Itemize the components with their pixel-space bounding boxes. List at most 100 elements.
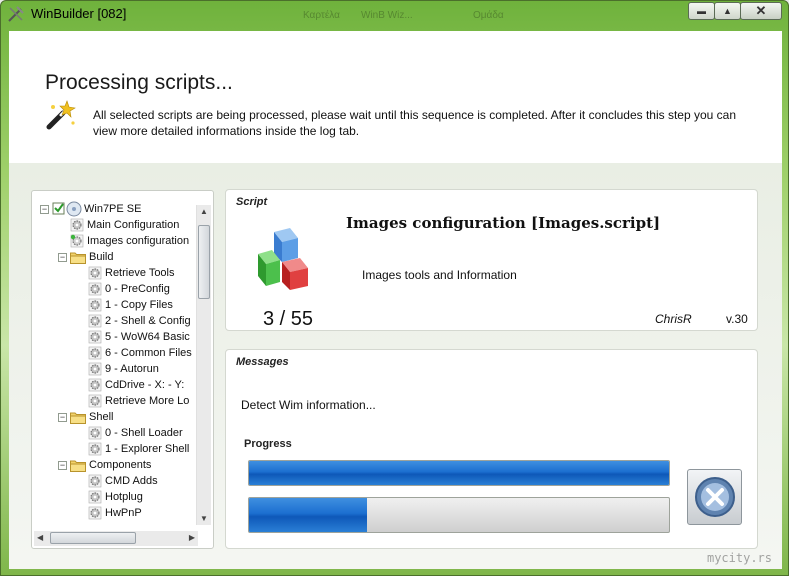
tree-item[interactable]: 1 - Explorer Shell	[76, 441, 189, 457]
script-gear-icon	[88, 346, 102, 360]
tree-item-label: Retrieve More Lo	[105, 395, 190, 407]
tree-item[interactable]: Retrieve More Lo	[76, 393, 189, 409]
script-gear-icon	[88, 474, 102, 488]
tree-item[interactable]: 6 - Common Files	[76, 345, 192, 361]
script-gear-icon	[88, 442, 102, 456]
tree-item[interactable]: Hotplug	[76, 489, 143, 505]
script-description: Images tools and Information	[362, 268, 517, 282]
tree-item[interactable]: 0 - Shell Loader	[76, 425, 183, 441]
header: Processing scripts... All selected scrip…	[9, 31, 782, 163]
tree-item-label: 6 - Common Files	[105, 347, 192, 359]
tree-item[interactable]: − Components	[58, 457, 151, 473]
window-title: WinBuilder [082]	[31, 6, 127, 21]
tree-item-label: 2 - Shell & Config	[105, 315, 191, 327]
tree-item-label: Main Configuration	[87, 219, 180, 231]
status-message: Detect Wim information...	[241, 398, 376, 412]
cancel-x-icon	[694, 477, 735, 517]
script-name: Images configuration [Images.script]	[346, 214, 661, 232]
script-cube-icon	[258, 228, 308, 290]
script-gear-icon	[88, 378, 102, 392]
tree-item-label: CMD Adds	[105, 475, 158, 487]
script-gear-icon	[88, 506, 102, 520]
tree-item[interactable]: 5 - WoW64 Basic	[76, 329, 190, 345]
app-window: WinBuilder [082] Καρτέλα WinB Wiz... Ομά…	[0, 0, 789, 576]
tree-item[interactable]: − Build	[58, 249, 113, 265]
tree-item[interactable]: − Win7PE SE	[40, 201, 141, 217]
script-gear-icon	[88, 298, 102, 312]
script-version: v.30	[726, 312, 748, 326]
tree-item[interactable]: Images configuration	[58, 233, 189, 249]
tree-item-label: Shell	[89, 411, 114, 423]
tree-item[interactable]: Main Configuration	[58, 217, 179, 233]
tree-item-label: Win7PE SE	[84, 203, 142, 215]
script-counter: 3 / 55	[263, 308, 314, 330]
script-tree[interactable]: − Win7PE SE Main Configuration Images confi…	[32, 201, 197, 521]
tree-vertical-scrollbar[interactable]: ▲ ▼	[196, 205, 211, 525]
script-gear-icon	[70, 218, 84, 232]
faint-title-2: WinB Wiz...	[361, 10, 413, 21]
script-gear-icon	[88, 394, 102, 408]
tree-item[interactable]: 0 - PreConfig	[76, 281, 170, 297]
tree-item-label: Components	[89, 459, 152, 471]
progress-label: Progress	[244, 438, 292, 450]
tree-item[interactable]: 2 - Shell & Config	[76, 313, 191, 329]
tree-item-label: Build	[89, 251, 114, 263]
script-progress-fill	[249, 461, 669, 485]
tree-item-label: 9 - Autorun	[105, 363, 159, 375]
tree-item[interactable]: CdDrive - X: - Y:	[76, 377, 184, 393]
scroll-right-icon[interactable]: ▶	[189, 533, 195, 542]
scroll-left-icon[interactable]: ◀	[37, 533, 43, 542]
client-area: Processing scripts... All selected scrip…	[9, 31, 782, 569]
collapse-toggle-icon[interactable]: −	[40, 204, 49, 214]
tree-item[interactable]: HwPnP	[76, 505, 142, 521]
tree-item-label: CdDrive - X: - Y:	[105, 379, 185, 391]
tree-item[interactable]: − Shell	[58, 409, 113, 425]
collapse-toggle-icon[interactable]: −	[58, 460, 67, 470]
tree-item-label: 1 - Copy Files	[105, 299, 173, 311]
tree-item[interactable]: 1 - Copy Files	[76, 297, 173, 313]
tree-item-label: 0 - Shell Loader	[105, 427, 183, 439]
tree-item-label: Images configuration	[87, 235, 190, 247]
tree-vertical-scroll-thumb[interactable]	[198, 225, 210, 299]
maximize-icon: ▲	[723, 6, 732, 16]
scroll-down-icon[interactable]: ▼	[200, 514, 208, 523]
minimize-button[interactable]: ▬	[688, 2, 715, 20]
folder-icon	[70, 412, 86, 424]
close-icon: ✕	[755, 3, 767, 18]
collapse-toggle-icon[interactable]: −	[58, 412, 67, 422]
script-progress-bar	[248, 460, 670, 486]
script-section-label: Script	[236, 196, 268, 208]
cancel-build-button[interactable]	[687, 469, 742, 525]
checkbox-disc-icon	[52, 201, 82, 217]
close-button[interactable]: ✕	[740, 2, 782, 20]
title-bar[interactable]: WinBuilder [082] Καρτέλα WinB Wiz... Ομά…	[1, 1, 788, 27]
tree-item-label: Retrieve Tools	[105, 267, 175, 279]
folder-icon	[70, 460, 86, 472]
scroll-up-icon[interactable]: ▲	[200, 207, 208, 216]
winbuilder-logo-icon	[8, 6, 24, 22]
messages-section-label: Messages	[236, 356, 289, 368]
tree-item[interactable]: 9 - Autorun	[76, 361, 159, 377]
script-author: ChrisR	[655, 312, 692, 326]
page-description: All selected scripts are being processed…	[93, 108, 737, 138]
script-gear-icon	[88, 266, 102, 280]
script-gear-icon	[88, 362, 102, 376]
maximize-button[interactable]: ▲	[714, 2, 741, 20]
overall-progress-fill	[249, 498, 367, 532]
tree-horizontal-scroll-thumb[interactable]	[50, 532, 136, 544]
tree-item[interactable]: Retrieve Tools	[76, 265, 175, 281]
tree-horizontal-scrollbar[interactable]: ◀ ▶	[34, 531, 198, 546]
watermark: mycity.rs	[706, 551, 772, 565]
script-gear-icon	[88, 490, 102, 504]
tree-item-label: 0 - PreConfig	[105, 283, 170, 295]
script-tree-panel: − Win7PE SE Main Configuration Images confi…	[31, 190, 214, 549]
folder-icon	[70, 252, 86, 264]
tree-item-label: 5 - WoW64 Basic	[105, 331, 190, 343]
messages-card: Messages Detect Wim information... Progr…	[225, 349, 758, 549]
tree-item[interactable]: CMD Adds	[76, 473, 158, 489]
script-gear-icon	[88, 314, 102, 328]
minimize-icon: ▬	[697, 6, 706, 16]
faint-title-1: Καρτέλα	[303, 10, 340, 21]
script-info-card: Script Images configuration [Images.scri…	[225, 189, 758, 331]
collapse-toggle-icon[interactable]: −	[58, 252, 67, 262]
